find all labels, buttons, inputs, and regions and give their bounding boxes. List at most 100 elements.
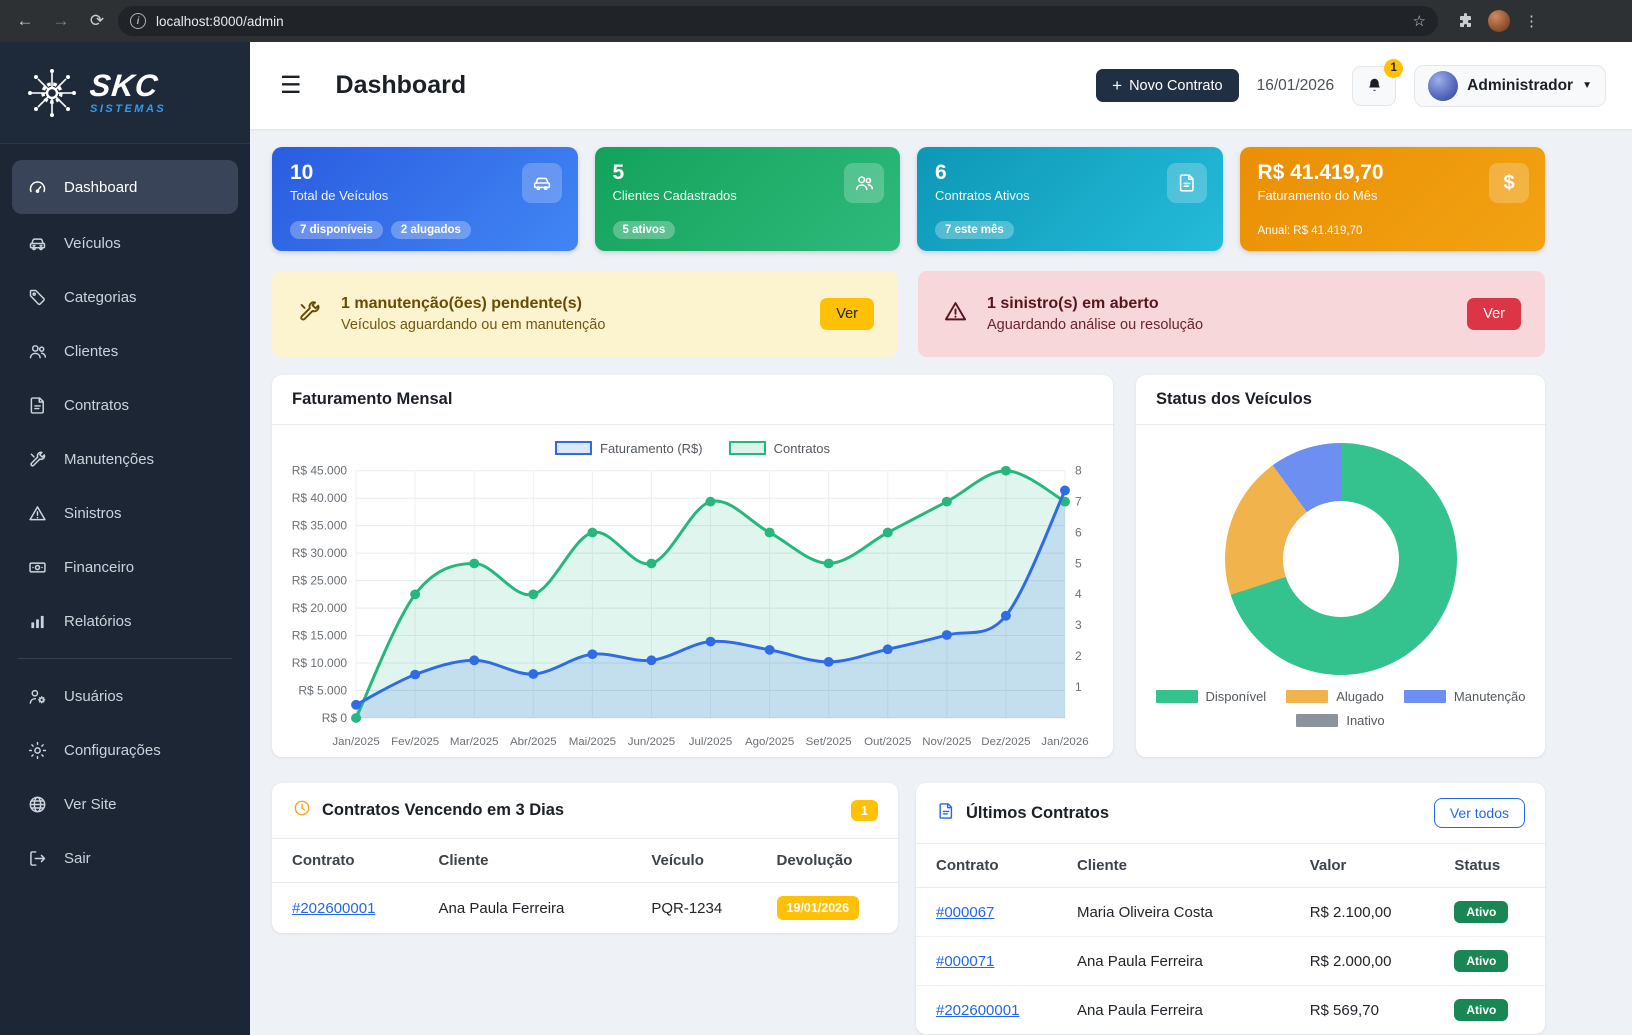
stat-cards-row: 10 Total de Veículos 7 disponíveis 2 alu…	[272, 147, 1545, 251]
url-text[interactable]: localhost:8000/admin	[156, 14, 1403, 29]
browser-menu-icon[interactable]: ⋮	[1524, 12, 1540, 30]
svg-text:Fev/2025: Fev/2025	[391, 736, 439, 748]
page-title: Dashboard	[336, 71, 467, 100]
hamburger-menu-icon[interactable]: ☰	[280, 74, 302, 98]
contract-link[interactable]: #000067	[936, 904, 994, 921]
notification-count-badge: 1	[1384, 59, 1403, 78]
revenue-chart-card: Faturamento Mensal Faturamento (R$) Cont…	[272, 375, 1113, 757]
sidebar-item-dashboard[interactable]: Dashboard	[12, 160, 238, 214]
legend-swatch	[1156, 690, 1198, 703]
svg-text:Jul/2025: Jul/2025	[689, 736, 732, 748]
ver-sinistro-button[interactable]: Ver	[1467, 298, 1521, 330]
logout-icon	[26, 847, 48, 869]
sidebar-item-financeiro[interactable]: Financeiro	[0, 540, 250, 594]
alert-title: 1 sinistro(s) em aberto	[987, 295, 1449, 313]
sidebar-item-veiculos[interactable]: Veículos	[0, 216, 250, 270]
legend-item-manutencao[interactable]: Manutenção	[1404, 689, 1526, 704]
user-avatar	[1428, 71, 1458, 101]
vehicle-status-donut-chart[interactable]	[1225, 443, 1457, 675]
legend-item-alugado[interactable]: Alugado	[1286, 689, 1384, 704]
contract-link[interactable]: #000071	[936, 953, 994, 970]
svg-text:Jan/2026: Jan/2026	[1041, 736, 1088, 748]
stat-card-faturamento: R$ 41.419,70 Faturamento do Mês Anual: R…	[1240, 147, 1546, 251]
sidebar-item-configuracoes[interactable]: Configurações	[0, 723, 250, 777]
brand-name: SKC	[88, 70, 167, 101]
sidebar-item-relatorios[interactable]: Relatórios	[0, 594, 250, 648]
file-text-icon	[1167, 163, 1207, 203]
legend-swatch	[555, 441, 592, 455]
sidebar-item-categorias[interactable]: Categorias	[0, 270, 250, 324]
return-date-badge: 19/01/2026	[777, 896, 860, 920]
back-icon[interactable]: ←	[10, 6, 40, 36]
expiring-contracts-card: Contratos Vencendo em 3 Dias 1 Contrato …	[272, 783, 898, 933]
sidebar-nav: Dashboard Veículos Categorias Clientes C…	[0, 144, 250, 885]
column-header: Contrato	[916, 844, 1067, 888]
legend-swatch	[1296, 714, 1338, 727]
forward-icon[interactable]: →	[46, 6, 76, 36]
value-cell: R$ 2.100,00	[1300, 888, 1445, 937]
charts-row: Faturamento Mensal Faturamento (R$) Cont…	[272, 375, 1545, 757]
contract-link[interactable]: #202600001	[936, 1002, 1019, 1019]
car-icon	[522, 163, 562, 203]
chart-title: Status dos Veículos	[1156, 390, 1312, 409]
novo-contrato-button[interactable]: + Novo Contrato	[1096, 69, 1238, 102]
person-gear-icon	[26, 685, 48, 707]
value-cell: R$ 569,70	[1300, 986, 1445, 1035]
file-text-icon	[936, 801, 956, 826]
sidebar-item-usuarios[interactable]: Usuários	[0, 669, 250, 723]
legend-item-faturamento[interactable]: Faturamento (R$)	[555, 441, 703, 456]
client-cell: Ana Paula Ferreira	[1067, 986, 1300, 1035]
legend-swatch	[1286, 690, 1328, 703]
sidebar-item-contratos[interactable]: Contratos	[0, 378, 250, 432]
stat-card-veiculos: 10 Total de Veículos 7 disponíveis 2 alu…	[272, 147, 578, 251]
expiring-contracts-table: Contrato Cliente Veículo Devolução #2026…	[272, 839, 898, 933]
revenue-line-chart[interactable]: R$ 0R$ 5.000R$ 10.000R$ 15.000R$ 20.000R…	[292, 461, 1093, 753]
sidebar-item-clientes[interactable]: Clientes	[0, 324, 250, 378]
top-header: ☰ Dashboard + Novo Contrato 16/01/2026 1…	[250, 42, 1632, 129]
sidebar-item-manutencoes[interactable]: Manutenções	[0, 432, 250, 486]
svg-text:1: 1	[1075, 680, 1082, 694]
column-header: Cliente	[429, 839, 642, 883]
sidebar-item-ver-site[interactable]: Ver Site	[0, 777, 250, 831]
legend-item-inativo[interactable]: Inativo	[1296, 713, 1384, 728]
reload-icon[interactable]: ⟳	[82, 6, 112, 36]
svg-text:Mai/2025: Mai/2025	[569, 736, 616, 748]
sidebar-item-sair[interactable]: Sair	[0, 831, 250, 885]
sidebar-item-sinistros[interactable]: Sinistros	[0, 486, 250, 540]
stat-badge: 2 alugados	[391, 221, 471, 239]
bookmark-star-icon[interactable]: ☆	[1413, 12, 1426, 30]
chart-title: Faturamento Mensal	[292, 390, 452, 409]
status-badge: Ativo	[1454, 901, 1508, 923]
legend-item-disponivel[interactable]: Disponível	[1156, 689, 1267, 704]
svg-text:7: 7	[1075, 495, 1082, 509]
stat-badge: 5 ativos	[613, 221, 676, 239]
bar-chart-icon	[26, 610, 48, 632]
user-menu[interactable]: Administrador ▼	[1414, 65, 1606, 107]
svg-text:Dez/2025: Dez/2025	[981, 736, 1030, 748]
stat-value: R$ 41.419,70	[1258, 161, 1528, 185]
column-header: Valor	[1300, 844, 1445, 888]
browser-profile-avatar[interactable]	[1488, 10, 1510, 32]
stat-value: 5	[613, 161, 883, 185]
notifications-button[interactable]: 1	[1352, 66, 1396, 106]
stat-value: 6	[935, 161, 1205, 185]
legend-item-contratos[interactable]: Contratos	[729, 441, 830, 456]
stat-card-clientes: 5 Clientes Cadastrados 5 ativos	[595, 147, 901, 251]
address-bar[interactable]: i localhost:8000/admin ☆	[118, 6, 1438, 36]
logo: SKC SISTEMAS	[0, 42, 250, 144]
client-cell: Ana Paula Ferreira	[1067, 937, 1300, 986]
client-cell: Ana Paula Ferreira	[429, 883, 642, 934]
contract-link[interactable]: #202600001	[292, 900, 375, 917]
ver-todos-button[interactable]: Ver todos	[1434, 798, 1525, 828]
svg-text:3: 3	[1075, 618, 1082, 632]
table-row: #202600001 Ana Paula Ferreira R$ 569,70 …	[916, 986, 1545, 1035]
site-info-icon[interactable]: i	[130, 13, 146, 29]
extensions-icon[interactable]	[1458, 13, 1474, 29]
svg-text:Set/2025: Set/2025	[806, 736, 852, 748]
legend-swatch	[1404, 690, 1446, 703]
status-badge: Ativo	[1454, 999, 1508, 1021]
cash-icon	[26, 556, 48, 578]
sinistro-alert: 1 sinistro(s) em aberto Aguardando análi…	[918, 271, 1545, 357]
svg-text:4: 4	[1075, 587, 1082, 601]
ver-maintenance-button[interactable]: Ver	[820, 298, 874, 330]
